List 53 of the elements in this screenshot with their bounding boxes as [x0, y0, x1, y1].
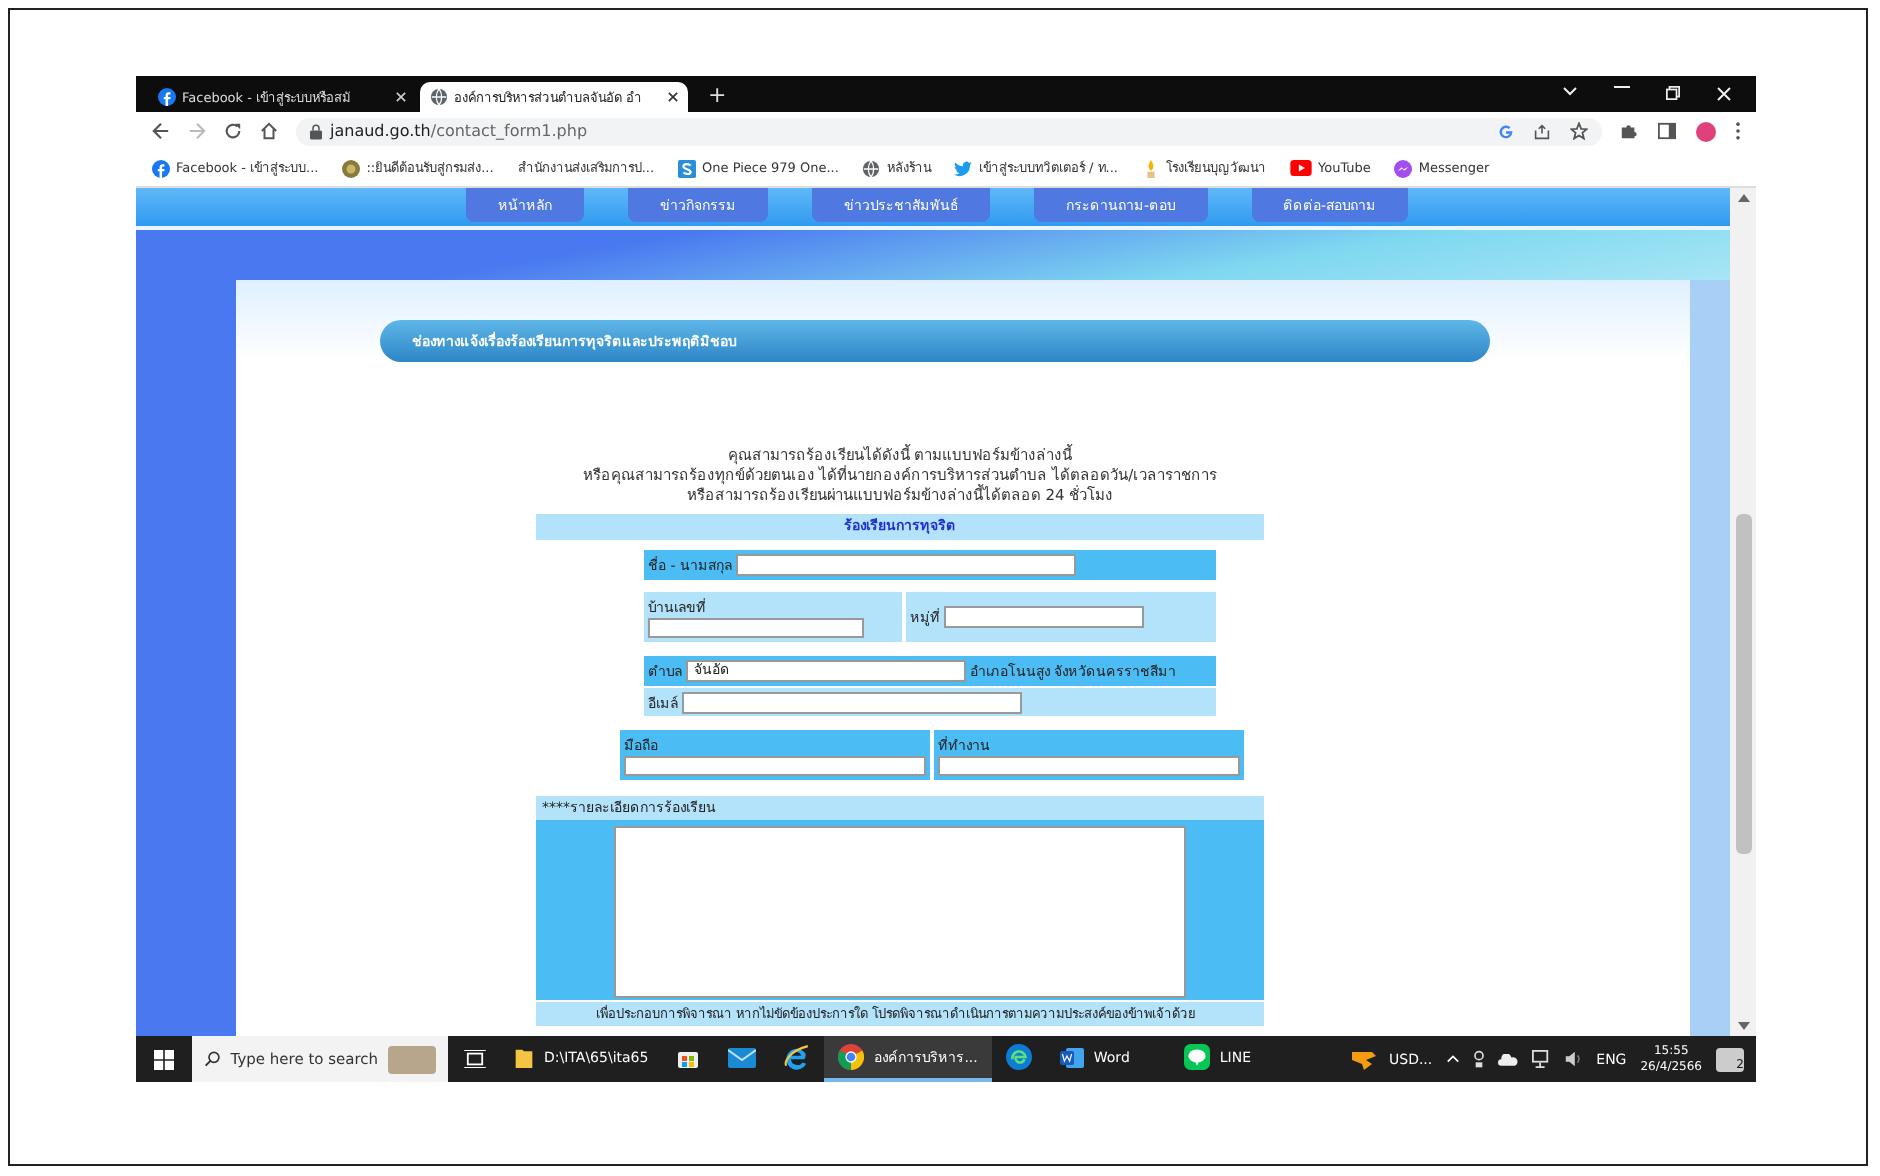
close-icon[interactable]	[1716, 86, 1732, 102]
close-tab-icon[interactable]	[668, 92, 678, 102]
globe-icon	[862, 159, 881, 177]
chevron-down-icon[interactable]	[1562, 86, 1578, 96]
cloud-icon[interactable]	[1498, 1053, 1519, 1065]
facebook-icon	[158, 88, 176, 106]
e-logo-icon	[784, 1044, 811, 1070]
home-icon[interactable]	[260, 122, 278, 140]
envelope-icon	[728, 1047, 757, 1067]
chrome-icon	[838, 1044, 865, 1070]
search-highlight-picture	[388, 1045, 436, 1073]
email-input[interactable]	[682, 691, 1022, 713]
house-number-input[interactable]	[648, 618, 864, 638]
s-logo-icon	[678, 159, 697, 177]
scroll-down-icon[interactable]	[1737, 1022, 1749, 1030]
back-arrow-icon[interactable]	[152, 122, 170, 140]
word-icon	[1059, 1045, 1084, 1069]
chevron-up-icon[interactable]	[1446, 1054, 1461, 1064]
address-bar[interactable]: janaud.go.th/contact_form1.php	[296, 117, 1602, 145]
scroll-up-icon[interactable]	[1737, 194, 1749, 202]
mobile-input[interactable]	[624, 756, 926, 776]
star-icon[interactable]	[1570, 122, 1588, 140]
globe-icon	[430, 88, 448, 106]
share-icon[interactable]	[1534, 123, 1550, 139]
restore-icon[interactable]	[1666, 86, 1680, 100]
messenger-icon	[1394, 159, 1413, 177]
reload-icon[interactable]	[224, 122, 242, 140]
name-input[interactable]	[735, 554, 1076, 576]
lock-icon	[310, 123, 322, 139]
workplace-input[interactable]	[938, 756, 1240, 776]
windows-logo-icon[interactable]	[154, 1049, 174, 1069]
speaker-icon[interactable]	[1564, 1050, 1583, 1068]
profile-avatar[interactable]	[1696, 121, 1716, 141]
google-icon[interactable]	[1498, 123, 1514, 139]
network-icon[interactable]	[1532, 1050, 1551, 1068]
flame-icon	[1141, 159, 1160, 177]
facebook-icon	[152, 159, 170, 177]
folder-icon	[514, 1045, 534, 1069]
webcam-icon	[1474, 1050, 1485, 1068]
search-icon	[204, 1050, 221, 1068]
complaint-textarea[interactable]	[614, 826, 1186, 998]
bird-icon	[954, 159, 973, 177]
chat-bubble-icon	[1183, 1044, 1210, 1070]
emblem-icon	[342, 159, 361, 177]
side-panel-icon[interactable]	[1658, 122, 1676, 140]
edge-icon	[1005, 1044, 1032, 1070]
village-number-input[interactable]	[944, 606, 1144, 628]
task-view-icon[interactable]	[463, 1050, 485, 1068]
youtube-icon	[1289, 160, 1312, 176]
scrollbar-thumb[interactable]	[1735, 514, 1751, 854]
new-tab-button[interactable]: +	[692, 81, 743, 107]
puzzle-icon[interactable]	[1620, 122, 1638, 140]
scrollbar[interactable]	[1730, 188, 1756, 1036]
